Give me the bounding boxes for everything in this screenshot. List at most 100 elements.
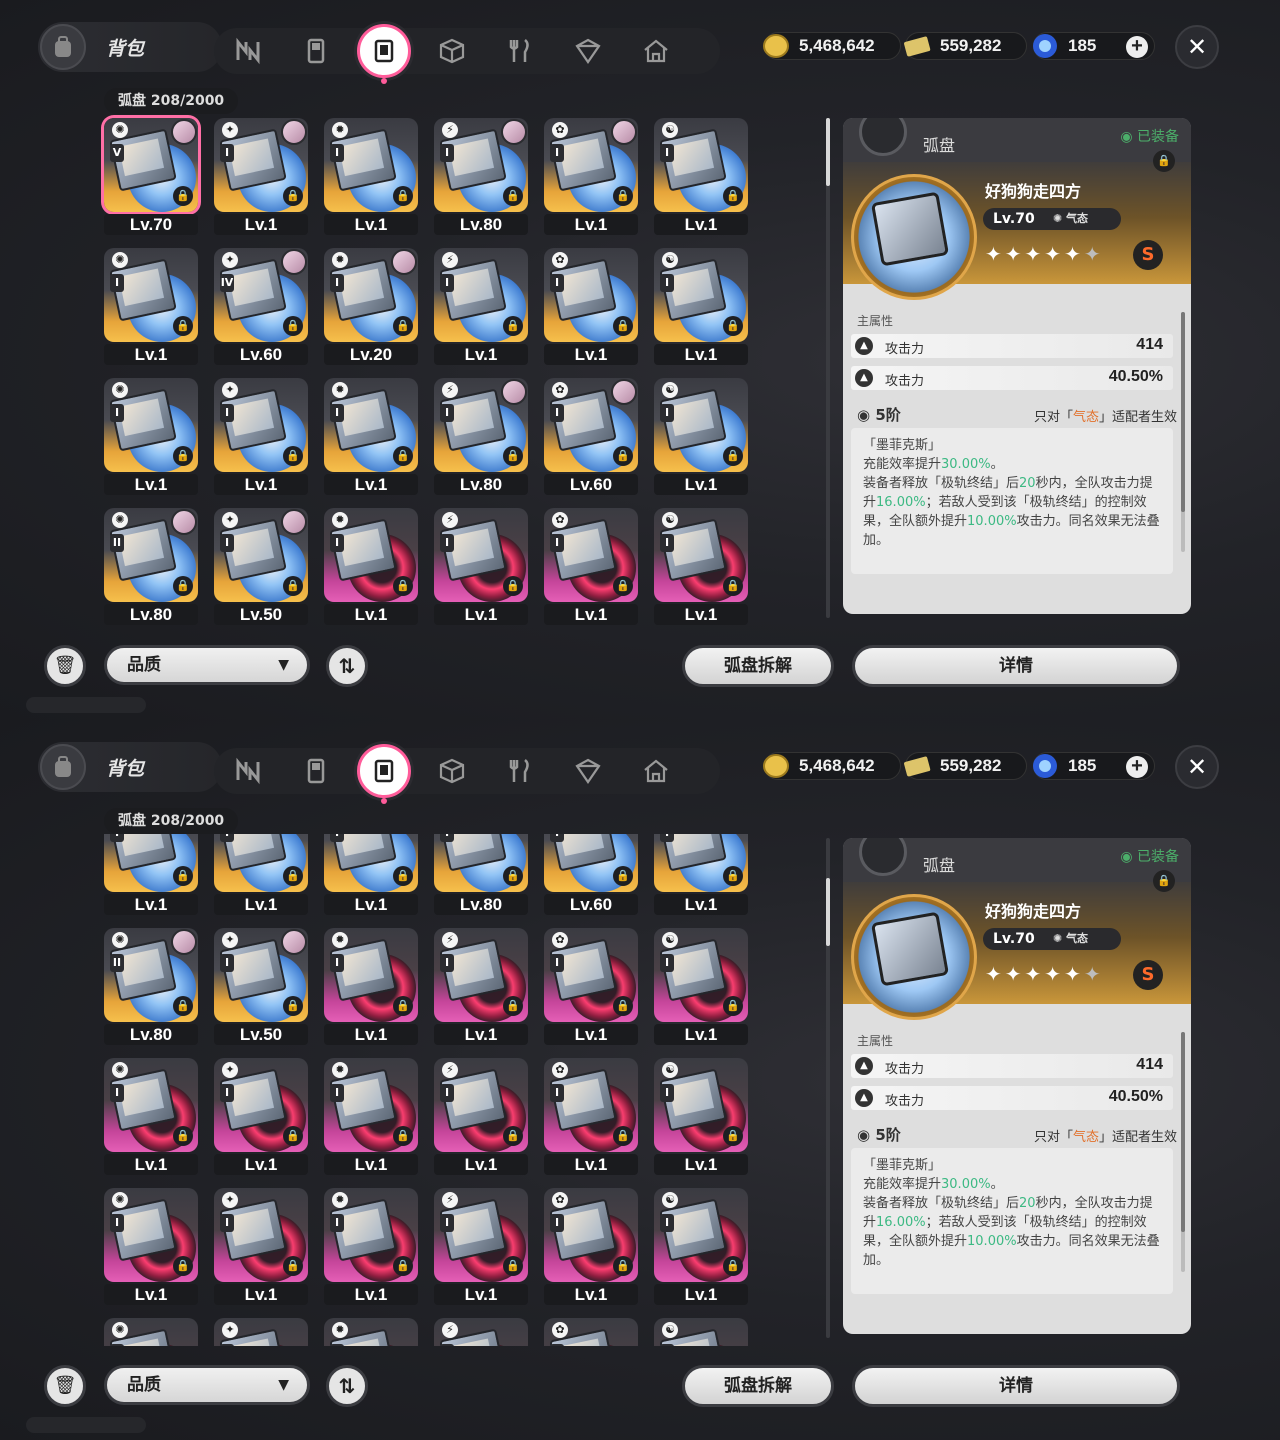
lock-icon[interactable]: 🔒 (503, 316, 523, 336)
lock-icon[interactable]: 🔒 (723, 1256, 743, 1276)
lock-icon[interactable]: 🔒 (613, 446, 633, 466)
lock-icon[interactable]: 🔒 (613, 1126, 633, 1146)
disc-card[interactable]: ✿ I 🔒 Lv.1 (540, 504, 638, 626)
details-button[interactable]: 详情 (852, 645, 1180, 687)
lock-icon[interactable]: 🔒 (723, 446, 743, 466)
disc-card[interactable]: ✿ I 🔒 Lv.1 (540, 924, 638, 1047)
trash-button[interactable]: 🗑 (44, 645, 86, 687)
disc-card[interactable]: ✦I🔒 (210, 1314, 308, 1346)
lock-icon[interactable]: 🔒 (723, 576, 743, 596)
disc-card[interactable]: ☯ I 🔒 Lv.1 (650, 374, 748, 497)
disc-card[interactable]: ✺I🔒Lv.1 (100, 374, 198, 497)
lock-icon[interactable]: 🔒 (173, 996, 193, 1016)
disc-card[interactable]: ✿ I 🔒 Lv.1 (540, 114, 638, 237)
disc-card[interactable]: ✿ I 🔒 Lv.1 (540, 244, 638, 367)
disc-card[interactable]: ✦I🔒Lv.1 (210, 1184, 308, 1307)
disc-card[interactable]: ⚡ I 🔒 Lv.1 (430, 1184, 528, 1307)
lock-icon[interactable]: 🔒 (503, 866, 523, 886)
lock-icon[interactable]: 🔒 (393, 1126, 413, 1146)
disc-card[interactable]: ✹I🔒Lv.1 (320, 374, 418, 497)
lock-icon[interactable]: 🔒 (283, 446, 303, 466)
disc-card[interactable]: ⚡I🔒 (430, 1314, 528, 1346)
lock-icon[interactable]: 🔒 (393, 996, 413, 1016)
lock-icon[interactable]: 🔒 (723, 186, 743, 206)
disc-card[interactable]: ✿ I 🔒 Lv.1 (540, 1184, 638, 1307)
lock-icon[interactable]: 🔒 (723, 1126, 743, 1146)
lock-icon[interactable]: 🔒 (393, 316, 413, 336)
tab-disc[interactable] (350, 744, 418, 804)
quality-filter-dropdown[interactable]: 品质 ▼ (104, 645, 310, 685)
disc-card[interactable]: ✹I🔒Lv.1 (320, 1184, 418, 1307)
disc-grid[interactable]: ✺ V 🔒 Lv.70 ✦ I 🔒 Lv.1 ✹ I 🔒 Lv.1 ⚡ I 🔒 Lv.80 ✿ I 🔒 Lv.1 ☯ I 🔒… (100, 114, 760, 626)
lock-icon[interactable]: 🔒 (613, 576, 633, 596)
disc-card[interactable]: ✹I🔒Lv.1 (320, 1054, 418, 1177)
disc-card[interactable]: ✺I🔒 (100, 1314, 198, 1346)
tab-food[interactable] (486, 748, 554, 794)
disc-card[interactable]: ⚡I🔒Lv.80 (430, 834, 528, 917)
lock-icon[interactable]: 🔒 (613, 996, 633, 1016)
lock-icon[interactable]: 🔒 (503, 576, 523, 596)
disc-card[interactable]: ☯ I 🔒 Lv.1 (650, 244, 748, 367)
disc-card[interactable]: ✹I🔒Lv.1 (320, 114, 418, 237)
disc-card[interactable]: ⚡ I 🔒 Lv.1 (430, 924, 528, 1047)
grid-scroll-thumb[interactable] (826, 878, 830, 946)
lock-icon[interactable]: 🔒 (173, 1256, 193, 1276)
disc-card[interactable]: ✿ I 🔒 Lv.1 (540, 1054, 638, 1177)
disc-card[interactable]: ☯ I 🔒 Lv.1 (650, 504, 748, 626)
disc-card[interactable]: ⚡I🔒Lv.80 (430, 114, 528, 237)
tab-box[interactable] (418, 748, 486, 794)
disc-card[interactable]: ⚡ I 🔒 Lv.1 (430, 504, 528, 626)
lock-icon[interactable]: 🔒 (1153, 150, 1175, 172)
tab-material[interactable] (554, 748, 622, 794)
disc-card[interactable]: ⚡ I 🔒 Lv.1 (430, 244, 528, 367)
detail-scrollbar[interactable] (1181, 1032, 1185, 1272)
lock-icon[interactable]: 🔒 (393, 1256, 413, 1276)
lock-icon[interactable]: 🔒 (283, 1256, 303, 1276)
close-button[interactable]: ✕ (1175, 745, 1219, 789)
lock-icon[interactable]: 🔒 (1153, 870, 1175, 892)
disc-grid[interactable]: ✺ I 🔒 Lv.1 ✦ I 🔒 Lv.1 ✹ I 🔒 Lv.1 ⚡ I 🔒 Lv.80 ✿ I 🔒 Lv.60 ☯ I 🔒… (100, 834, 760, 1346)
dismantle-button[interactable]: 弧盘拆解 (682, 1365, 834, 1407)
disc-card[interactable]: ☯ I 🔒 Lv.1 (650, 924, 748, 1047)
disc-card[interactable]: ✹I🔒Lv.1 (320, 834, 418, 917)
disc-card[interactable]: ✺I🔒Lv.1 (100, 834, 198, 917)
lock-icon[interactable]: 🔒 (613, 316, 633, 336)
lock-icon[interactable]: 🔒 (393, 186, 413, 206)
lock-icon[interactable]: 🔒 (283, 316, 303, 336)
tab-bangboo[interactable] (282, 28, 350, 74)
disc-card[interactable]: ✿I🔒Lv.60 (540, 834, 638, 917)
lock-icon[interactable]: 🔒 (173, 316, 193, 336)
disc-card[interactable]: ✦I🔒Lv.1 (210, 834, 308, 917)
grid-scroll-thumb[interactable] (826, 118, 830, 186)
tab-bangboo[interactable] (282, 748, 350, 794)
lock-icon[interactable]: 🔒 (173, 866, 193, 886)
tab-agent[interactable] (214, 28, 282, 74)
lock-icon[interactable]: 🔒 (173, 1126, 193, 1146)
disc-card[interactable]: ✹I🔒Lv.1 (320, 504, 418, 626)
detail-scrollbar[interactable] (1181, 312, 1185, 552)
disc-card[interactable]: ✿I🔒 (540, 1314, 638, 1346)
disc-card[interactable]: ☯ I 🔒 Lv.1 (650, 1184, 748, 1307)
trash-button[interactable]: 🗑 (44, 1365, 86, 1407)
lock-icon[interactable]: 🔒 (613, 866, 633, 886)
lock-icon[interactable]: 🔒 (503, 1126, 523, 1146)
disc-card[interactable]: ✺I🔒Lv.1 (100, 244, 198, 367)
lock-icon[interactable]: 🔒 (503, 996, 523, 1016)
lock-icon[interactable]: 🔒 (503, 186, 523, 206)
quality-filter-dropdown[interactable]: 品质 ▼ (104, 1365, 310, 1405)
tab-food[interactable] (486, 28, 554, 74)
tab-material[interactable] (554, 28, 622, 74)
disc-card[interactable]: ✹ I 🔒 Lv.20 (320, 244, 418, 367)
lock-icon[interactable]: 🔒 (283, 1126, 303, 1146)
lock-icon[interactable]: 🔒 (613, 186, 633, 206)
dismantle-button[interactable]: 弧盘拆解 (682, 645, 834, 687)
lock-icon[interactable]: 🔒 (283, 576, 303, 596)
lock-icon[interactable]: 🔒 (283, 866, 303, 886)
disc-card[interactable]: ✦ IV 🔒 Lv.60 (210, 244, 308, 367)
disc-card[interactable]: ✦I🔒Lv.1 (210, 374, 308, 497)
sort-button[interactable]: ⇅ (326, 1365, 368, 1407)
lock-icon[interactable]: 🔒 (173, 446, 193, 466)
disc-card[interactable]: ✺I🔒Lv.1 (100, 1054, 198, 1177)
disc-card[interactable]: ✦ I 🔒 Lv.50 (210, 924, 308, 1047)
lock-icon[interactable]: 🔒 (283, 186, 303, 206)
